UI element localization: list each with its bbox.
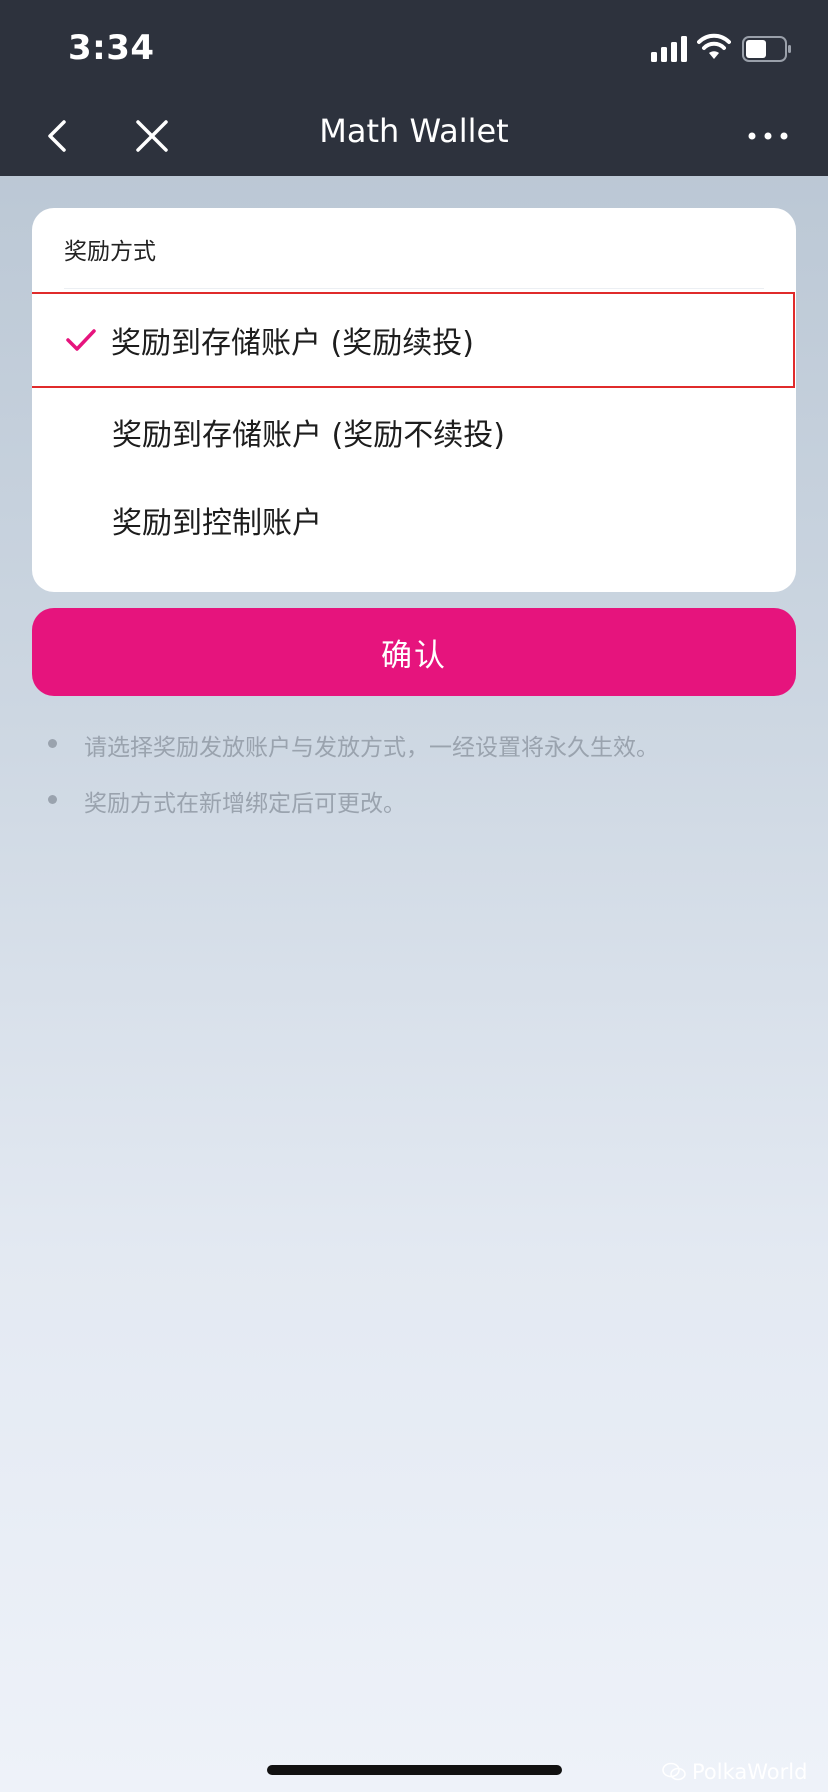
reward-method-card: 奖励方式 奖励到存储账户 (奖励续投) 奖励到存储账户 (奖励不续投) 奖励到控… <box>32 208 796 592</box>
reward-option-no-restake[interactable]: 奖励到存储账户 (奖励不续投) <box>32 386 796 478</box>
note-item: 请选择奖励发放账户与发放方式，一经设置将永久生效。 <box>48 726 788 782</box>
watermark-text: PolkaWorld <box>692 1760 808 1784</box>
card-title: 奖励方式 <box>64 239 156 265</box>
home-indicator <box>267 1765 562 1775</box>
wifi-icon <box>697 33 731 59</box>
checkmark-icon <box>66 329 96 351</box>
confirm-button[interactable]: 确认 <box>32 608 796 696</box>
reward-option-controller[interactable]: 奖励到控制账户 <box>32 474 796 566</box>
cellular-signal-icon <box>651 36 687 62</box>
status-bar: 3:34 <box>0 0 828 100</box>
nav-bar: Math Wallet <box>0 100 828 176</box>
option-label: 奖励到控制账户 <box>112 506 322 541</box>
status-time: 3:34 <box>68 28 155 68</box>
chat-bubble-icon <box>662 1762 686 1781</box>
note-text: 奖励方式在新增绑定后可更改。 <box>84 791 406 817</box>
notes-list: 请选择奖励发放账户与发放方式，一经设置将永久生效。 奖励方式在新增绑定后可更改。 <box>48 726 788 838</box>
reward-option-restake[interactable]: 奖励到存储账户 (奖励续投) <box>32 292 795 388</box>
page-title: Math Wallet <box>319 112 509 150</box>
battery-icon <box>742 36 791 62</box>
bullet-icon <box>48 739 57 748</box>
bullet-icon <box>48 795 57 804</box>
watermark: PolkaWorld <box>662 1760 807 1784</box>
option-label: 奖励到存储账户 (奖励不续投) <box>112 418 505 453</box>
note-item: 奖励方式在新增绑定后可更改。 <box>48 782 788 838</box>
divider <box>64 288 764 289</box>
note-text: 请选择奖励发放账户与发放方式，一经设置将永久生效。 <box>84 735 659 761</box>
option-label: 奖励到存储账户 (奖励续投) <box>111 326 474 361</box>
more-icon[interactable] <box>738 116 798 156</box>
